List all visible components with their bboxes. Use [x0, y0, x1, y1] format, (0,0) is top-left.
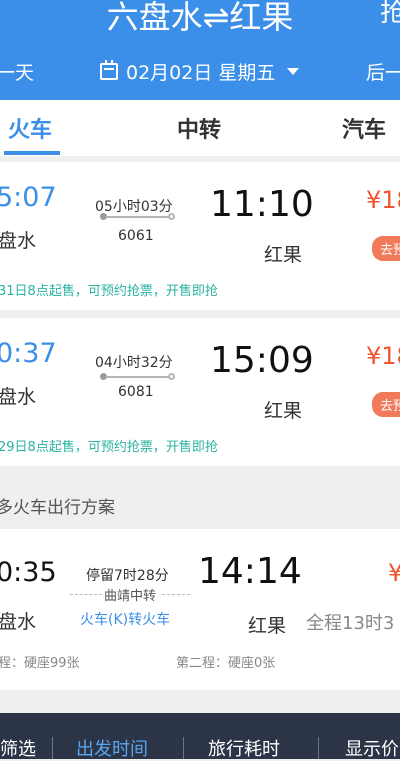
price: ¥	[388, 559, 400, 587]
train-card[interactable]: 0:37 盘水 04小时32分 6081 15:09 红果 ¥18 去预 29日…	[0, 318, 400, 466]
duration: 04小时32分	[95, 355, 173, 371]
train-number: 6081	[118, 384, 154, 400]
arrival-time: 15:09	[210, 340, 314, 381]
arrival-station: 红果	[248, 615, 287, 637]
arrival-station: 红果	[264, 400, 303, 422]
sort-departure-time[interactable]: 出发时间	[76, 735, 148, 761]
section-title: 多火车出行方案	[0, 498, 115, 518]
sort-price[interactable]: 显示价	[345, 735, 399, 761]
reserve-badge[interactable]: 去预	[372, 236, 400, 261]
departure-station: 盘水	[0, 611, 37, 633]
bottom-filter-bar: 筛选 出发时间 旅行耗时 显示价	[0, 713, 400, 761]
end-dot	[168, 213, 175, 220]
date-selector[interactable]: 02月02日 星期五	[100, 58, 300, 85]
dashed-line-right	[162, 594, 190, 595]
arrival-time: 11:10	[210, 184, 314, 225]
track-line	[106, 376, 170, 378]
presale-notice: 29日8点起售，可预约抢票，开售即抢	[0, 440, 218, 455]
train-card[interactable]: 5:07 盘水 05小时03分 6061 11:10 红果 ¥18 去预 31日…	[0, 162, 400, 310]
departure-station: 盘水	[0, 386, 37, 408]
end-dot	[168, 373, 175, 380]
leg1-seats: 程：硬座99张	[0, 656, 80, 671]
date-label: 02月02日 星期五	[126, 62, 276, 84]
presale-notice: 31日8点起售，可预约抢票，开售即抢	[0, 284, 218, 299]
filter-button[interactable]: 筛选	[0, 735, 36, 761]
transport-tabs: 火车 中转 汽车	[0, 100, 400, 156]
route-title[interactable]: 六盘水⇌红果	[0, 0, 400, 38]
prev-day-button[interactable]: 一天	[0, 58, 34, 85]
total-duration: 全程13时3	[306, 613, 395, 634]
dashed-line-left	[70, 594, 102, 595]
stay-duration: 停留7时28分	[86, 568, 169, 584]
tab-bus[interactable]: 汽车	[342, 112, 386, 144]
caret-down-icon	[287, 68, 300, 75]
divider	[318, 737, 319, 759]
grab-ticket-link[interactable]: 抢	[380, 0, 400, 29]
active-tab-indicator	[4, 151, 60, 155]
leg2-seats: 第二程：硬座0张	[176, 656, 276, 671]
arrival-station: 红果	[264, 244, 303, 266]
calendar-icon	[100, 60, 118, 80]
header-bar: 六盘水⇌红果 抢 一天 02月02日 星期五 后一	[0, 0, 400, 100]
departure-time: 5:07	[0, 182, 57, 213]
arrival-time: 14:14	[198, 551, 302, 592]
tab-transfer[interactable]: 中转	[177, 112, 221, 144]
price: ¥18	[366, 186, 400, 214]
departure-time: 0:37	[0, 338, 57, 369]
tab-train[interactable]: 火车	[8, 112, 52, 144]
divider	[52, 737, 53, 759]
next-day-button[interactable]: 后一	[366, 58, 400, 85]
transfer-card[interactable]: 0:35 盘水 停留7时28分 曲靖中转 火车(K)转火车 14:14 红果 ¥…	[0, 529, 400, 690]
track-line	[106, 216, 170, 218]
sort-travel-duration[interactable]: 旅行耗时	[208, 735, 280, 761]
train-number: 6061	[118, 228, 154, 244]
divider	[183, 737, 184, 759]
transfer-city: 曲靖中转	[104, 589, 157, 604]
departure-time: 0:35	[0, 557, 57, 588]
price: ¥18	[366, 342, 400, 370]
duration: 05小时03分	[95, 199, 173, 215]
departure-station: 盘水	[0, 230, 37, 252]
reserve-badge[interactable]: 去预	[372, 392, 400, 417]
transfer-type: 火车(K)转火车	[80, 612, 171, 628]
